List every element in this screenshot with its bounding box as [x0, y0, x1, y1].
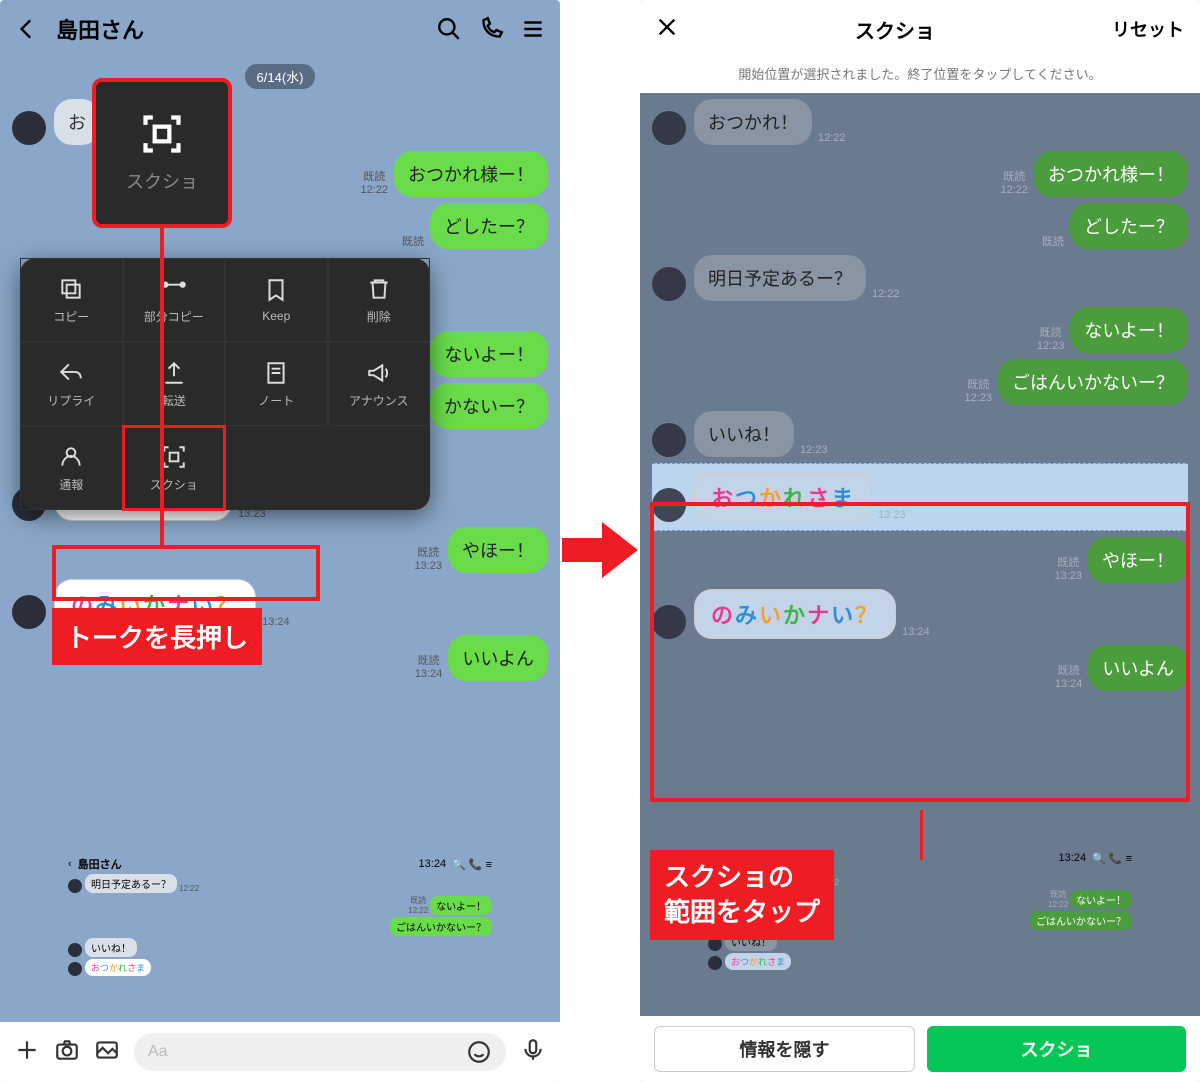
camera-icon[interactable] [54, 1037, 80, 1068]
menu-icon[interactable] [520, 16, 546, 42]
msg-bubble[interactable]: おつかれ！ [694, 99, 812, 145]
msg-bubble[interactable]: ないよー！ [1070, 307, 1188, 353]
search-icon[interactable] [436, 16, 462, 42]
date-pill: 6/14(水) [245, 64, 316, 89]
screenshot-button[interactable]: スクショ [927, 1026, 1186, 1072]
ctx-reply[interactable]: リプライ [20, 342, 123, 426]
msg-bubble[interactable]: どしたー？ [430, 203, 548, 249]
context-menu: コピー 部分コピー Keep 削除 リプライ 転送 ノート アナウンス 通報 ス… [20, 258, 430, 510]
ctx-report[interactable]: 通報 [20, 426, 123, 510]
ctx-keep[interactable]: Keep [225, 258, 328, 342]
callout-longpress: トークを長押し [52, 608, 262, 665]
right-phone: スクショ リセット 開始位置が選択されました。終了位置をタップしてください。 お… [640, 0, 1200, 1082]
mini-preview: ‹島田さん13:24🔍 📞 ≡ 明日予定あるー？12:22 既読12:22ないよ… [60, 852, 500, 1012]
msg-bubble-deco[interactable]: のみいかナい？ [694, 589, 896, 639]
msg-bubble[interactable]: おつかれ様ー！ [1034, 151, 1188, 197]
msg-bubble[interactable]: かないー？ [430, 383, 548, 429]
ctx-partial-copy[interactable]: 部分コピー [123, 258, 226, 342]
contact-name: 島田さん [56, 13, 420, 45]
mic-icon[interactable] [520, 1037, 546, 1068]
annotation-line [160, 228, 164, 548]
message-input[interactable]: Aa [134, 1033, 506, 1071]
scrshot-actions: 情報を隠す スクショ [640, 1016, 1200, 1082]
scrshot-title: スクショ [855, 15, 935, 44]
call-icon[interactable] [478, 16, 504, 42]
ctx-copy[interactable]: コピー [20, 258, 123, 342]
msg-bubble[interactable]: いいよん [448, 635, 548, 681]
scrshot-header: スクショ リセット [640, 0, 1200, 58]
msg-bubble-deco[interactable]: おつかれさま [694, 472, 872, 522]
callout-tap-range: スクショの 範囲をタップ [650, 850, 834, 940]
arrow-icon [562, 520, 638, 580]
msg-bubble[interactable]: やほー！ [1088, 537, 1188, 583]
msg-bubble[interactable]: おつかれ様ー！ [394, 151, 548, 197]
reset-button[interactable]: リセット [1112, 16, 1184, 42]
ctx-delete[interactable]: 削除 [328, 258, 431, 342]
msg-bubble[interactable]: ごはんいかないー？ [998, 359, 1188, 405]
close-icon[interactable] [656, 16, 678, 43]
gallery-icon[interactable] [94, 1037, 120, 1068]
plus-icon[interactable] [14, 1037, 40, 1068]
msg-bubble[interactable]: ないよー！ [430, 331, 548, 377]
msg-bubble[interactable]: どしたー？ [1070, 203, 1188, 249]
msg-bubble[interactable]: 明日予定あるー？ [694, 255, 866, 301]
msg-bubble[interactable]: いいよん [1088, 645, 1188, 691]
msg-bubble[interactable]: いいね！ [694, 411, 794, 457]
ctx-forward[interactable]: 転送 [123, 342, 226, 426]
back-icon[interactable] [14, 16, 40, 42]
msg-bubble[interactable]: やほー！ [448, 527, 548, 573]
context-screenshot-big[interactable]: スクショ [92, 78, 232, 228]
input-bar: Aa [0, 1022, 560, 1082]
chat-header: 島田さん [0, 0, 560, 58]
ctx-announce[interactable]: アナウンス [328, 342, 431, 426]
annotation-line [920, 810, 923, 860]
instruction-text: 開始位置が選択されました。終了位置をタップしてください。 [640, 58, 1200, 93]
ctx-note[interactable]: ノート [225, 342, 328, 426]
hide-info-button[interactable]: 情報を隠す [654, 1026, 915, 1072]
ctx-screenshot[interactable]: スクショ [123, 426, 226, 510]
left-phone: 島田さん 6/14(水) お 既読12:22おつかれ様ー！ 既読どしたー？ ない… [0, 0, 560, 1082]
